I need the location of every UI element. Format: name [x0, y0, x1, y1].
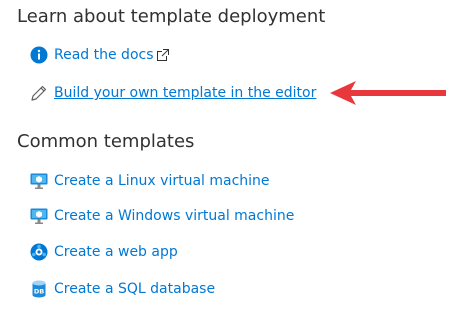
create-linux-vm-link[interactable]: Create a Linux virtual machine — [54, 173, 270, 189]
virtual-machine-icon — [30, 172, 48, 190]
virtual-machine-icon — [30, 207, 48, 225]
create-windows-vm-link[interactable]: Create a Windows virtual machine — [54, 208, 294, 224]
linux-vm-row: Create a Linux virtual machine — [30, 170, 270, 192]
section-heading-learn: Learn about template deployment — [17, 6, 326, 27]
sql-icon-text: DB — [34, 288, 44, 296]
create-web-app-link[interactable]: Create a web app — [54, 244, 178, 260]
info-icon — [30, 46, 48, 64]
create-sql-database-link[interactable]: Create a SQL database — [54, 281, 215, 297]
external-link-icon[interactable] — [156, 49, 169, 61]
windows-vm-row: Create a Windows virtual machine — [30, 205, 294, 227]
read-docs-row: Read the docs — [30, 44, 169, 66]
build-template-row: Build your own template in the editor — [30, 82, 316, 104]
section-heading-common: Common templates — [17, 131, 195, 152]
read-docs-link[interactable]: Read the docs — [54, 47, 154, 63]
sql-database-icon: DB — [30, 280, 48, 298]
red-arrow-annotation — [330, 81, 446, 105]
web-app-row: Create a web app — [30, 241, 178, 263]
build-template-link[interactable]: Build your own template in the editor — [54, 85, 316, 101]
sql-database-row: DB Create a SQL database — [30, 278, 215, 300]
pencil-icon — [30, 84, 48, 102]
web-app-icon — [30, 243, 48, 261]
